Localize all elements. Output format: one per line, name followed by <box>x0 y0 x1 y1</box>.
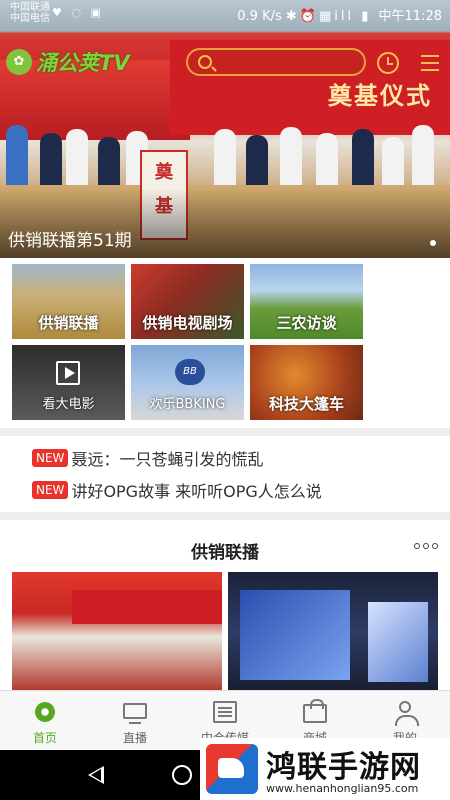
network-speed: 0.9 K/s <box>237 9 282 24</box>
history-icon[interactable] <box>377 52 399 74</box>
news-item[interactable]: NEW 讲好OPG故事 来听听OPG人怎么说 <box>32 478 442 502</box>
clock: 中午11:28 <box>378 9 442 24</box>
bbking-logo-icon: BB <box>175 359 205 385</box>
new-badge: NEW <box>32 481 69 499</box>
category-label: 供销电视剧场 <box>142 314 233 332</box>
search-input[interactable] <box>186 48 366 76</box>
news-item[interactable]: NEW 聂远：一只苍蝇引发的慌乱 <box>32 446 442 470</box>
new-badge: NEW <box>32 449 69 467</box>
home-icon <box>33 701 57 723</box>
film-icon <box>56 361 80 385</box>
status-bar: 中国联通 中国电信 ♥ ◌ ▣ 0.9 K/s ✱⏰▦ill ▮ 中午11:28 <box>0 0 450 26</box>
category-label: 看大电影 <box>42 397 95 412</box>
notification-icons: ♥ ◌ ▣ <box>52 6 104 19</box>
nav-label: 直播 <box>122 731 147 745</box>
section-title: 供销联播 <box>191 543 259 563</box>
hero-banner-text: 奠基仪式 <box>328 81 432 110</box>
category-tile-movies[interactable]: 看大电影 <box>12 345 125 420</box>
system-home-icon[interactable] <box>172 765 192 785</box>
status-right: 0.9 K/s ✱⏰▦ill ▮ 中午11:28 <box>237 5 442 24</box>
back-icon[interactable] <box>88 766 104 784</box>
category-tile-bbking[interactable]: BB 欢乐BBKING <box>131 345 244 420</box>
status-icons: ✱⏰▦ill ▮ <box>285 9 379 24</box>
shopping-bag-icon <box>303 699 327 723</box>
tv-icon <box>123 703 147 724</box>
category-label: 三农访谈 <box>276 314 337 332</box>
watermark-title: 鸿联手游网 <box>266 750 421 785</box>
watermark-url: www.henanhonglian95.com <box>266 782 419 795</box>
search-icon <box>198 55 212 69</box>
carousel-indicator <box>430 240 436 246</box>
news-headline: 聂远：一只苍蝇引发的慌乱 <box>71 450 264 469</box>
watermark-logo-icon <box>206 744 258 794</box>
news-headline: 讲好OPG故事 来听听OPG人怎么说 <box>71 482 322 501</box>
category-tile-sannong-interview[interactable]: 三农访谈 <box>250 264 363 339</box>
logo-text: 涌公荚TV <box>36 51 130 75</box>
video-thumbnail[interactable] <box>12 572 222 690</box>
hero-caption: 供销联播第51期 <box>8 231 132 251</box>
user-icon <box>395 701 419 726</box>
nav-item-home[interactable]: 首页 <box>0 691 90 751</box>
carrier-labels: 中国联通 中国电信 <box>10 2 50 24</box>
category-tile-tech-caravan[interactable]: 科技大篷车 <box>250 345 363 420</box>
section-divider <box>0 428 450 436</box>
category-label: 科技大篷车 <box>268 395 344 413</box>
nav-item-live[interactable]: 直播 <box>90 691 180 751</box>
document-icon <box>213 701 237 723</box>
section-divider <box>0 512 450 520</box>
menu-icon[interactable] <box>421 55 439 71</box>
site-watermark: 鸿联手游网 www.henanhonglian95.com <box>200 738 450 800</box>
more-icon[interactable] <box>414 543 438 551</box>
category-label: 供销联播 <box>38 314 99 332</box>
category-label: 欢乐BBKING <box>149 397 226 412</box>
category-tile-gongxiao-lianbo[interactable]: 供销联播 <box>12 264 125 339</box>
logo-icon: ✿ <box>6 49 32 75</box>
video-thumbnail[interactable] <box>228 572 438 690</box>
category-tile-tv-theater[interactable]: 供销电视剧场 <box>131 264 244 339</box>
hero-banner[interactable]: 奠基仪式 奠 基 供销联播第51期 <box>0 0 450 258</box>
nav-label: 首页 <box>32 731 57 745</box>
app-logo[interactable]: ✿ 涌公荚TV <box>6 48 130 76</box>
